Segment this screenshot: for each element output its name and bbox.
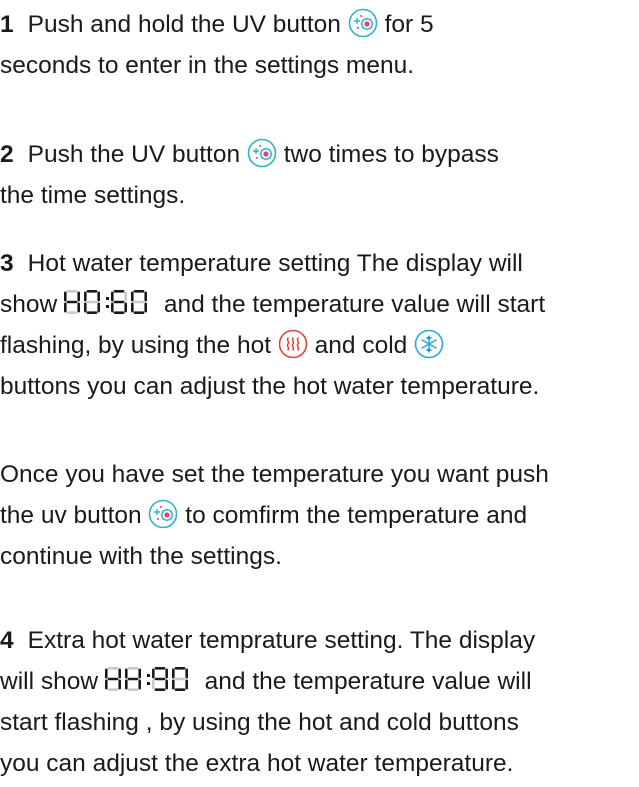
- step-text: for 5: [384, 11, 434, 38]
- step-text: seconds to enter in the settings menu.: [0, 52, 415, 79]
- step-number: 1: [0, 11, 14, 38]
- display-readout: [64, 289, 151, 314]
- display-readout: [104, 666, 192, 691]
- step-text: flashing, by using the hot: [0, 332, 272, 359]
- step-number: 4: [0, 627, 14, 654]
- step-text: show: [0, 291, 58, 318]
- step-number: 3: [0, 250, 14, 277]
- step-3: 3 Hot water temperature setting The displ…: [0, 243, 639, 407]
- confirm-note: Once you have set the temperature you wa…: [0, 454, 639, 577]
- step-1: 1 Push and hold the UV button for 5 secon…: [0, 4, 639, 86]
- step-text: buttons you can adjust the hot water tem…: [0, 373, 540, 400]
- step-number: 2: [0, 141, 14, 168]
- step-text: continue with the settings.: [0, 543, 282, 570]
- uv-sparkle-icon: [148, 499, 178, 529]
- step-2: 2 Push the UV button two times to bypass …: [0, 134, 639, 216]
- step-text: and the temperature value will start: [163, 291, 546, 318]
- step-text: Once you have set the temperature you wa…: [0, 461, 549, 488]
- step-text: Hot water temperature setting The displa…: [27, 250, 523, 277]
- step-text: Extra hot water temprature setting. The …: [27, 627, 536, 654]
- heat-waves-icon: [278, 329, 308, 359]
- snowflake-icon: [414, 329, 444, 359]
- manual-page: 1 Push and hold the UV button for 5 secon…: [0, 0, 639, 787]
- step-text: and cold: [314, 332, 408, 359]
- step-text: to comfirm the temperature and: [185, 502, 528, 529]
- step-text: and the temperature value will: [204, 668, 532, 695]
- step-text: Push the UV button: [27, 141, 241, 168]
- step-text: the time settings.: [0, 182, 186, 209]
- step-text: two times to bypass: [283, 141, 499, 168]
- step-text: will show: [0, 668, 99, 695]
- uv-sparkle-icon: [348, 8, 378, 38]
- step-text: Push and hold the UV button: [27, 11, 341, 38]
- step-text: you can adjust the extra hot water tempe…: [0, 750, 514, 777]
- step-4: 4 Extra hot water temprature setting. The…: [0, 620, 639, 784]
- step-text: the uv button: [0, 502, 142, 529]
- uv-sparkle-icon: [247, 138, 277, 168]
- step-text: start flashing , by using the hot and co…: [0, 709, 519, 736]
